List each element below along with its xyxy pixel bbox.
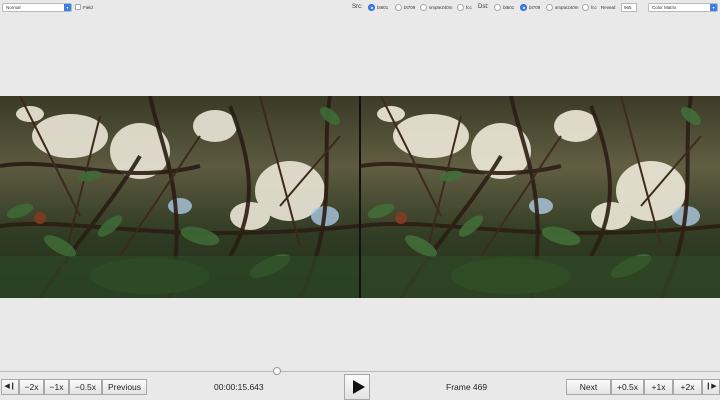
speed-minus-2x-button[interactable]: −2x [19,379,44,395]
color-matrix-select-value: Color Matrix [652,5,677,10]
src-label-smpte240m: smpte240m [429,5,453,10]
step-forward-icon: ❙▶ [705,383,717,390]
speed-plus-2x-button[interactable]: +2x [673,379,702,395]
scrubber-handle[interactable] [273,367,281,375]
reveal-label: Reveal: [601,5,617,10]
src-radio-bt709[interactable] [395,4,402,11]
step-back-button[interactable]: ◀❙ [1,379,19,395]
field-label: Field [83,5,93,10]
dst-label-fcc: fcc [591,5,597,10]
speed-plus-1x-button[interactable]: +1x [644,379,673,395]
play-button[interactable] [344,374,370,400]
step-forward-button[interactable]: ❙▶ [702,379,720,395]
mode-select[interactable]: Normal ▾ [2,3,72,12]
dst-radio-bt601[interactable] [494,4,501,11]
dst-radio-bt709[interactable] [520,4,527,11]
reveal-input-value: 965 [624,5,632,10]
dst-radio-fcc[interactable] [582,4,589,11]
chevron-down-icon: ▾ [64,4,71,11]
field-checkbox[interactable] [75,4,81,10]
dst-label-bt709: bt709 [529,5,541,10]
video-view[interactable] [0,96,720,298]
dst-radio-smpte240m[interactable] [546,4,553,11]
dst-label-bt601: bt601 [503,5,515,10]
dst-label-smpte240m: smpte240m [555,5,579,10]
dst-label: Dst: [478,4,489,10]
mode-select-value: Normal [6,5,21,10]
destination-video-frame [361,96,720,298]
color-matrix-select[interactable]: Color Matrix ▾ [648,3,718,12]
src-radio-bt601[interactable] [368,4,375,11]
speed-plus-half-button[interactable]: +0.5x [611,379,644,395]
source-video-frame [0,96,359,298]
frame-counter: Frame 469 [446,382,488,392]
step-back-icon: ◀❙ [4,383,16,390]
src-radio-smpte240m[interactable] [420,4,427,11]
src-label-bt601: bt601 [377,5,389,10]
top-toolbar: Normal ▾ Field Src: bt601 bt709 smpte240… [0,0,720,16]
src-label-fcc: fcc [466,5,472,10]
src-radio-fcc[interactable] [457,4,464,11]
src-label: Src: [352,4,363,10]
previous-button[interactable]: Previous [102,379,147,395]
next-button[interactable]: Next [566,379,611,395]
chevron-down-icon: ▾ [710,4,717,11]
reveal-input[interactable]: 965 [621,3,637,12]
src-label-bt709: bt709 [404,5,416,10]
speed-minus-half-button[interactable]: −0.5x [69,379,102,395]
timeline-scrubber[interactable] [0,371,720,372]
speed-minus-1x-button[interactable]: −1x [44,379,69,395]
timecode-display: 00:00:15.643 [214,382,264,392]
